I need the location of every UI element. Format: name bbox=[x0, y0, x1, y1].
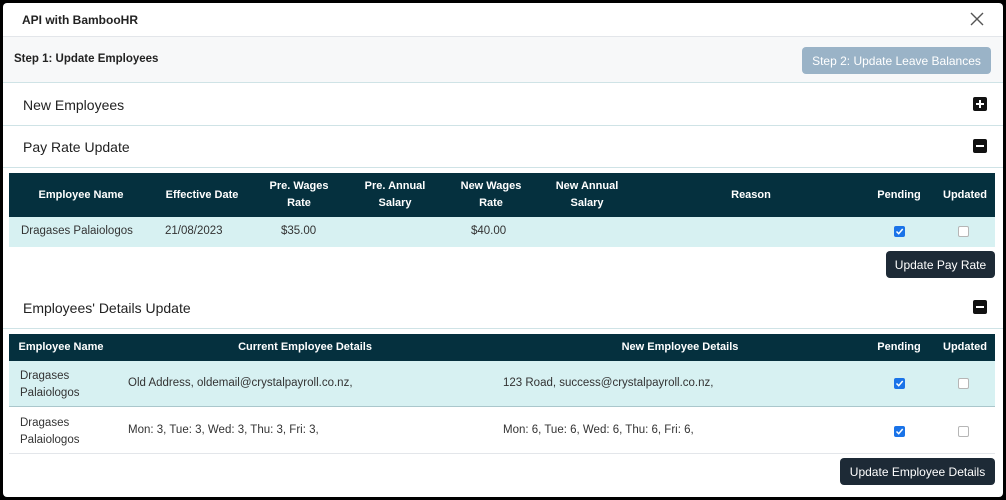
step2-update-leave-balances-button[interactable]: Step 2: Update Leave Balances bbox=[802, 47, 991, 74]
cell-pre-wages-rate: $35.00 bbox=[281, 225, 317, 237]
table-row: Dragases Palaiologos Old Address, oldema… bbox=[9, 361, 995, 407]
pay-rate-table-header: Employee Name Effective Date Pre. Wages … bbox=[9, 173, 995, 217]
pending-checkbox[interactable] bbox=[894, 426, 905, 437]
col-pre-wages-rate-line2: Rate bbox=[287, 197, 311, 209]
col-employee-name: Employee Name bbox=[38, 189, 124, 201]
section-new-employees-header[interactable]: New Employees bbox=[3, 84, 1003, 126]
details-table-header: Employee Name Current Employee Details N… bbox=[9, 334, 995, 361]
name-line2: Palaiologos bbox=[20, 434, 80, 446]
close-icon[interactable] bbox=[969, 11, 985, 27]
col-pre-wages-rate: Pre. Wages Rate bbox=[259, 178, 339, 212]
name-line2: Palaiologos bbox=[20, 387, 80, 399]
name-line1: Dragases bbox=[20, 417, 70, 429]
dialog-title: API with BambooHR bbox=[22, 13, 138, 27]
col-pending: Pending bbox=[877, 189, 921, 201]
col-pre-annual-salary-line1: Pre. Annual bbox=[364, 180, 426, 192]
col-effective-date: Effective Date bbox=[165, 189, 239, 201]
col-new-wages-rate-line1: New Wages bbox=[460, 180, 522, 192]
cell-new-details: Mon: 6, Tue: 6, Wed: 6, Thu: 6, Fri: 6, bbox=[503, 424, 694, 436]
col-pre-annual-salary: Pre. Annual Salary bbox=[355, 178, 435, 212]
name-line1: Dragases bbox=[20, 370, 70, 382]
section-details-header[interactable]: Employees' Details Update bbox=[3, 287, 1003, 329]
col-updated: Updated bbox=[943, 189, 987, 201]
dialog-titlebar: API with BambooHR bbox=[3, 3, 1003, 37]
update-employee-details-button[interactable]: Update Employee Details bbox=[840, 458, 995, 485]
col-employee-name: Employee Name bbox=[18, 341, 104, 353]
section-title: Pay Rate Update bbox=[23, 139, 130, 155]
minus-square-icon[interactable] bbox=[973, 300, 987, 314]
cell-employee-name: Dragases Palaiologos bbox=[20, 415, 79, 449]
minus-square-icon[interactable] bbox=[973, 139, 987, 153]
col-new-wages-rate: New Wages Rate bbox=[451, 178, 531, 212]
cell-employee-name: Dragases Palaiologos bbox=[21, 225, 133, 237]
updated-checkbox[interactable] bbox=[958, 226, 969, 237]
cell-current-details: Old Address, oldemail@crystalpayroll.co.… bbox=[128, 377, 353, 389]
cell-employee-name: Dragases Palaiologos bbox=[20, 368, 79, 402]
plus-square-icon[interactable] bbox=[973, 97, 987, 111]
section-title: Employees' Details Update bbox=[23, 300, 191, 316]
col-pre-annual-salary-line2: Salary bbox=[378, 197, 412, 209]
update-pay-rate-button[interactable]: Update Pay Rate bbox=[886, 251, 995, 278]
section-pay-rate-header[interactable]: Pay Rate Update bbox=[3, 126, 1003, 168]
col-new-wages-rate-line2: Rate bbox=[479, 197, 503, 209]
col-reason: Reason bbox=[731, 189, 771, 201]
pending-checkbox[interactable] bbox=[894, 378, 905, 389]
col-pending: Pending bbox=[877, 341, 921, 353]
col-new-annual-salary: New Annual Salary bbox=[547, 178, 627, 212]
bamboohr-dialog: API with BambooHR Step 1: Update Employe… bbox=[3, 3, 1003, 497]
updated-checkbox[interactable] bbox=[958, 426, 969, 437]
col-new-annual-salary-line1: New Annual bbox=[555, 180, 619, 192]
table-row: Dragases Palaiologos 21/08/2023 $35.00 $… bbox=[9, 217, 995, 247]
table-row: Dragases Palaiologos Mon: 3, Tue: 3, Wed… bbox=[9, 408, 995, 454]
col-new-details: New Employee Details bbox=[621, 341, 739, 353]
col-new-annual-salary-line2: Salary bbox=[570, 197, 604, 209]
col-pre-wages-rate-line1: Pre. Wages bbox=[269, 180, 329, 192]
cell-new-wages-rate: $40.00 bbox=[471, 225, 507, 237]
pending-checkbox[interactable] bbox=[894, 226, 905, 237]
cell-effective-date: 21/08/2023 bbox=[165, 225, 223, 237]
col-current-details: Current Employee Details bbox=[238, 341, 372, 353]
updated-checkbox[interactable] bbox=[958, 378, 969, 389]
col-updated: Updated bbox=[943, 341, 987, 353]
cell-new-details: 123 Road, success@crystalpayroll.co.nz, bbox=[503, 377, 714, 389]
section-title: New Employees bbox=[23, 97, 125, 113]
cell-current-details: Mon: 3, Tue: 3, Wed: 3, Thu: 3, Fri: 3, bbox=[128, 424, 319, 436]
step1-label: Step 1: Update Employees bbox=[14, 53, 159, 65]
step-bar: Step 1: Update Employees Step 2: Update … bbox=[3, 37, 1003, 83]
